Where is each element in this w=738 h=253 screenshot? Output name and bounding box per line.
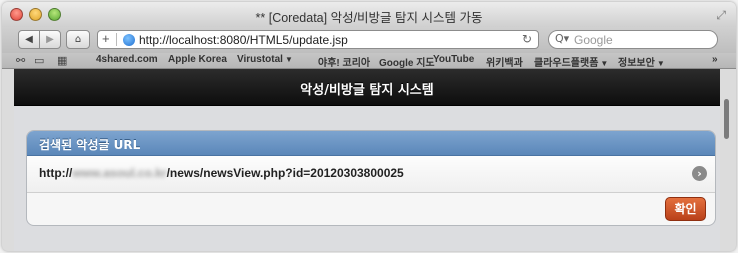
home-button[interactable]: ⌂ [66,30,90,49]
bookmark-item[interactable]: 정보보안 ▼ [618,54,665,69]
chevron-right-icon[interactable]: › [692,166,707,181]
search-field[interactable]: Q▾ Google [548,30,718,49]
reading-list-icon[interactable]: ⚯ [16,54,25,67]
scrollbar[interactable] [724,99,729,139]
url-domain-blurred: www.asoul.co.kr [72,166,167,180]
card-header: 검색된 악성글 URL [27,131,715,156]
address-bar[interactable]: + http://localhost:8080/HTML5/update.jsp… [97,30,539,49]
confirm-button[interactable]: 확인 [665,197,706,221]
title-bar: ** [Coredata] 악성/비방글 탐지 시스템 가동 ⤢ [2,2,736,27]
result-url-row[interactable]: http://www.asoul.co.kr/news/newsView.php… [27,156,715,193]
grid-icon[interactable]: ▦ [57,54,67,67]
url-path: /news/newsView.php?id=20120303800025 [166,166,404,180]
bookmarks-bar: ⚯ ▭ ▦ 4shared.com Apple Korea Virustotal… [2,53,736,69]
url-prefix: http:// [39,166,73,180]
app-header: 악성/비방글 탐지 시스템 [14,69,720,106]
globe-icon [123,34,135,46]
browser-window: ** [Coredata] 악성/비방글 탐지 시스템 가동 ⤢ ◀ ▶ ⌂ +… [2,2,736,251]
result-url[interactable]: http://www.asoul.co.kr/news/newsView.php… [39,166,404,180]
bookmark-item[interactable]: Apple Korea [168,54,227,65]
dropdown-icon: ▼ [656,59,665,68]
web-page: 악성/비방글 탐지 시스템 검색된 악성글 URL http://www.aso… [14,69,729,251]
forward-button[interactable]: ▶ [39,30,61,49]
bookmark-item[interactable]: YouTube [433,54,474,65]
bookmark-item[interactable]: Google 지도 [379,54,435,69]
result-card: 검색된 악성글 URL http://www.asoul.co.kr/news/… [26,130,716,226]
window-title: ** [Coredata] 악성/비방글 탐지 시스템 가동 [255,11,483,25]
search-placeholder: Google [574,33,613,47]
bookmark-item[interactable]: 클라우드플랫폼 ▼ [534,54,608,69]
fullscreen-icon[interactable]: ⤢ [716,8,726,23]
browser-toolbar: ◀ ▶ ⌂ + http://localhost:8080/HTML5/upda… [2,27,736,53]
book-icon[interactable]: ▭ [34,54,44,67]
bookmark-item[interactable]: Virustotal ▼ [237,54,293,65]
reload-icon[interactable]: ↻ [522,32,532,46]
bookmark-item[interactable]: 4shared.com [96,54,158,65]
search-icon[interactable]: Q▾ [555,32,569,45]
dropdown-icon: ▼ [600,59,609,68]
card-footer: 확인 [27,193,715,225]
add-bookmark-icon[interactable]: + [102,31,110,46]
bookmark-item[interactable]: 야후! 코리아 [318,54,370,69]
dropdown-icon: ▼ [284,55,293,64]
address-divider [116,33,117,46]
bookmarks-overflow-icon[interactable]: » [712,54,718,65]
bookmark-item[interactable]: 위키백과 [486,54,523,69]
page-title: 악성/비방글 탐지 시스템 [300,83,434,98]
back-button[interactable]: ◀ [18,30,40,49]
address-text[interactable]: http://localhost:8080/HTML5/update.jsp [139,33,348,47]
